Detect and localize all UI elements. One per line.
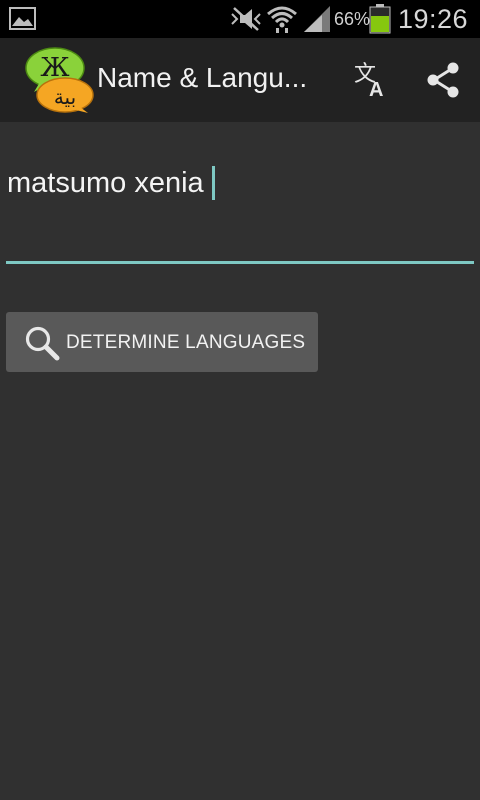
battery-icon <box>369 4 391 34</box>
input-underline <box>6 261 474 264</box>
logo-letter-bottom: بية <box>54 85 76 109</box>
name-input[interactable]: matsumo xenia <box>6 150 474 264</box>
action-bar: Ж بية Name & Langu... 文 A <box>0 38 480 122</box>
battery-percent: 66% <box>334 9 371 29</box>
name-input-text[interactable]: matsumo xenia <box>7 166 215 200</box>
signal-icon <box>304 6 330 32</box>
app-logo-icon: Ж بية <box>25 47 94 113</box>
status-bar: 66% 19:26 <box>0 0 480 38</box>
clock: 19:26 <box>398 4 469 34</box>
determine-languages-button[interactable]: DETERMINE LANGUAGES <box>6 312 318 372</box>
share-icon <box>427 62 459 98</box>
text-caret <box>211 166 215 200</box>
translate-icon: 文 A <box>354 62 383 101</box>
search-icon <box>25 326 60 361</box>
svg-text:A: A <box>369 79 383 101</box>
gallery-icon <box>9 7 36 30</box>
share-button[interactable] <box>422 58 466 102</box>
translate-button[interactable]: 文 A <box>350 58 394 102</box>
logo-letter-top: Ж <box>40 53 69 83</box>
mute-icon <box>231 7 261 31</box>
app-title: Name & Langu... <box>97 62 308 93</box>
name-input-value: matsumo xenia <box>7 167 204 199</box>
determine-languages-label: DETERMINE LANGUAGES <box>66 332 306 353</box>
wifi-icon <box>267 6 297 33</box>
